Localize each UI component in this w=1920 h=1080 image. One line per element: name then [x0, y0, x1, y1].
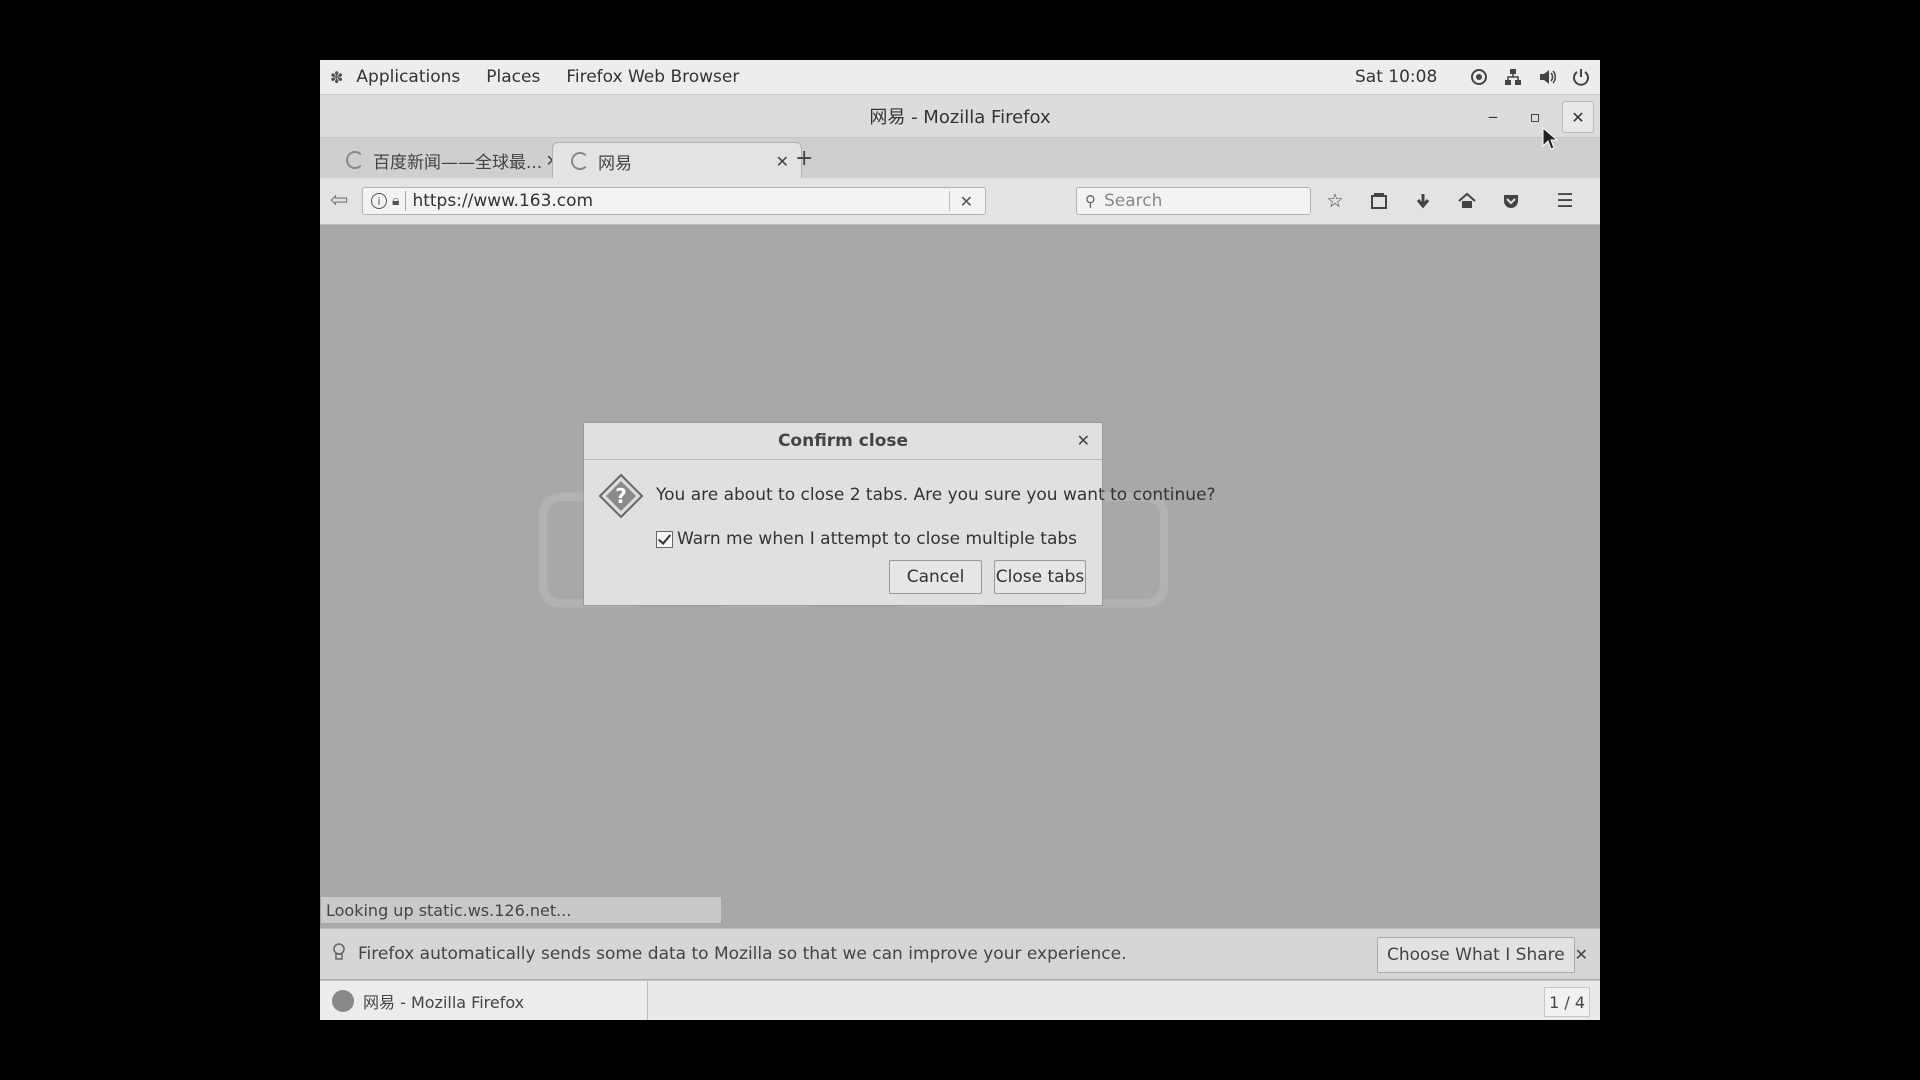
system-tray[interactable]: [1470, 60, 1590, 94]
window-titlebar[interactable]: 网易 - Mozilla Firefox ‒ ▫ ✕: [320, 95, 1600, 138]
bookmarks-library-icon[interactable]: [1367, 189, 1391, 213]
menu-hamburger-icon[interactable]: ☰: [1553, 189, 1577, 213]
checkbox-checked[interactable]: [656, 530, 673, 548]
toolbar-icons: ☆ ☰: [1323, 186, 1577, 216]
stop-icon[interactable]: ✕: [960, 192, 973, 211]
tab-label: 网易: [598, 153, 632, 174]
close-window-button[interactable]: ✕: [1562, 101, 1594, 133]
window-title: 网易 - Mozilla Firefox: [869, 107, 1051, 128]
taskbar-item-label: 网易 - Mozilla Firefox: [363, 993, 525, 1012]
close-dialog-icon[interactable]: ✕: [1077, 431, 1090, 450]
back-arrow-icon[interactable]: ⇦: [330, 188, 356, 214]
tab-bar: 百度新闻——全球最... ✕ 网易 ✕ +: [320, 138, 1600, 179]
top-panel: ✽ Applications Places Firefox Web Browse…: [320, 60, 1600, 95]
tab-baidu-news[interactable]: 百度新闻——全球最... ✕: [328, 142, 572, 178]
download-icon[interactable]: [1411, 189, 1435, 213]
cancel-button[interactable]: Cancel: [889, 560, 982, 594]
navigation-toolbar: ⇦ i 🔒︎ https://www.163.com ✕ ⚲ Search ☆: [320, 178, 1600, 225]
workspace-indicator[interactable]: 1 / 4: [1544, 987, 1590, 1017]
lightbulb-icon: [330, 942, 348, 966]
gnome-foot-icon[interactable]: ✽: [330, 68, 343, 87]
tab-label: 百度新闻——全球最...: [373, 152, 543, 173]
volume-icon[interactable]: [1538, 68, 1556, 86]
divider: [405, 191, 407, 211]
dialog-title: Confirm close: [777, 431, 909, 451]
home-icon[interactable]: [1455, 189, 1479, 213]
mouse-cursor-icon: [1542, 126, 1559, 155]
dialog-message: You are about to close 2 tabs. Are you s…: [656, 485, 1216, 505]
close-tab-icon[interactable]: ✕: [776, 152, 789, 171]
info-icon[interactable]: i: [371, 193, 387, 209]
app-menu[interactable]: Firefox Web Browser: [553, 60, 752, 94]
taskbar-item-firefox[interactable]: 网易 - Mozilla Firefox: [320, 981, 648, 1020]
places-menu[interactable]: Places: [473, 60, 553, 94]
applications-menu[interactable]: Applications: [343, 60, 473, 94]
checkbox-label[interactable]: Warn me when I attempt to close multiple…: [677, 529, 1077, 549]
warn-checkbox[interactable]: Warn me when I attempt to close multiple…: [656, 529, 1077, 549]
firefox-icon: [332, 990, 354, 1012]
new-tab-icon[interactable]: +: [795, 146, 813, 171]
bookmark-star-icon[interactable]: ☆: [1323, 189, 1347, 213]
choose-what-i-share-button[interactable]: Choose What I Share: [1377, 937, 1575, 973]
network-icon[interactable]: [1504, 68, 1522, 86]
loading-spinner-icon: [571, 152, 589, 170]
notification-text: Firefox automatically sends some data to…: [358, 944, 1127, 964]
svg-text:?: ?: [615, 484, 627, 508]
minimize-button[interactable]: ‒: [1478, 101, 1508, 131]
pocket-icon[interactable]: [1499, 189, 1523, 213]
loading-spinner-icon: [346, 151, 364, 169]
search-input[interactable]: ⚲ Search: [1076, 187, 1311, 215]
search-icon: ⚲: [1085, 192, 1096, 210]
data-notification-bar: Firefox automatically sends some data to…: [320, 928, 1600, 979]
dialog-header: Confirm close ✕: [584, 423, 1102, 460]
divider: [948, 191, 950, 211]
close-tabs-button[interactable]: Close tabs: [994, 560, 1086, 594]
accessibility-icon[interactable]: [1470, 68, 1488, 86]
window-list-bar: 网易 - Mozilla Firefox 1 / 4: [320, 980, 1600, 1020]
url-text[interactable]: https://www.163.com: [412, 191, 948, 211]
desktop-screen: ✽ Applications Places Firefox Web Browse…: [320, 60, 1600, 1020]
clock[interactable]: Sat 10:08: [1355, 60, 1437, 94]
lock-icon[interactable]: 🔒︎: [392, 193, 399, 209]
power-icon[interactable]: [1572, 68, 1590, 86]
confirm-close-dialog: Confirm close ✕ ? You are about to close…: [583, 422, 1216, 606]
tab-163[interactable]: 网易 ✕: [552, 142, 802, 179]
search-placeholder: Search: [1104, 191, 1163, 211]
close-notification-icon[interactable]: ✕: [1575, 945, 1588, 964]
question-icon: ?: [598, 473, 644, 523]
url-bar[interactable]: i 🔒︎ https://www.163.com ✕: [362, 187, 986, 215]
status-panel: Looking up static.ws.126.net...: [320, 896, 722, 924]
